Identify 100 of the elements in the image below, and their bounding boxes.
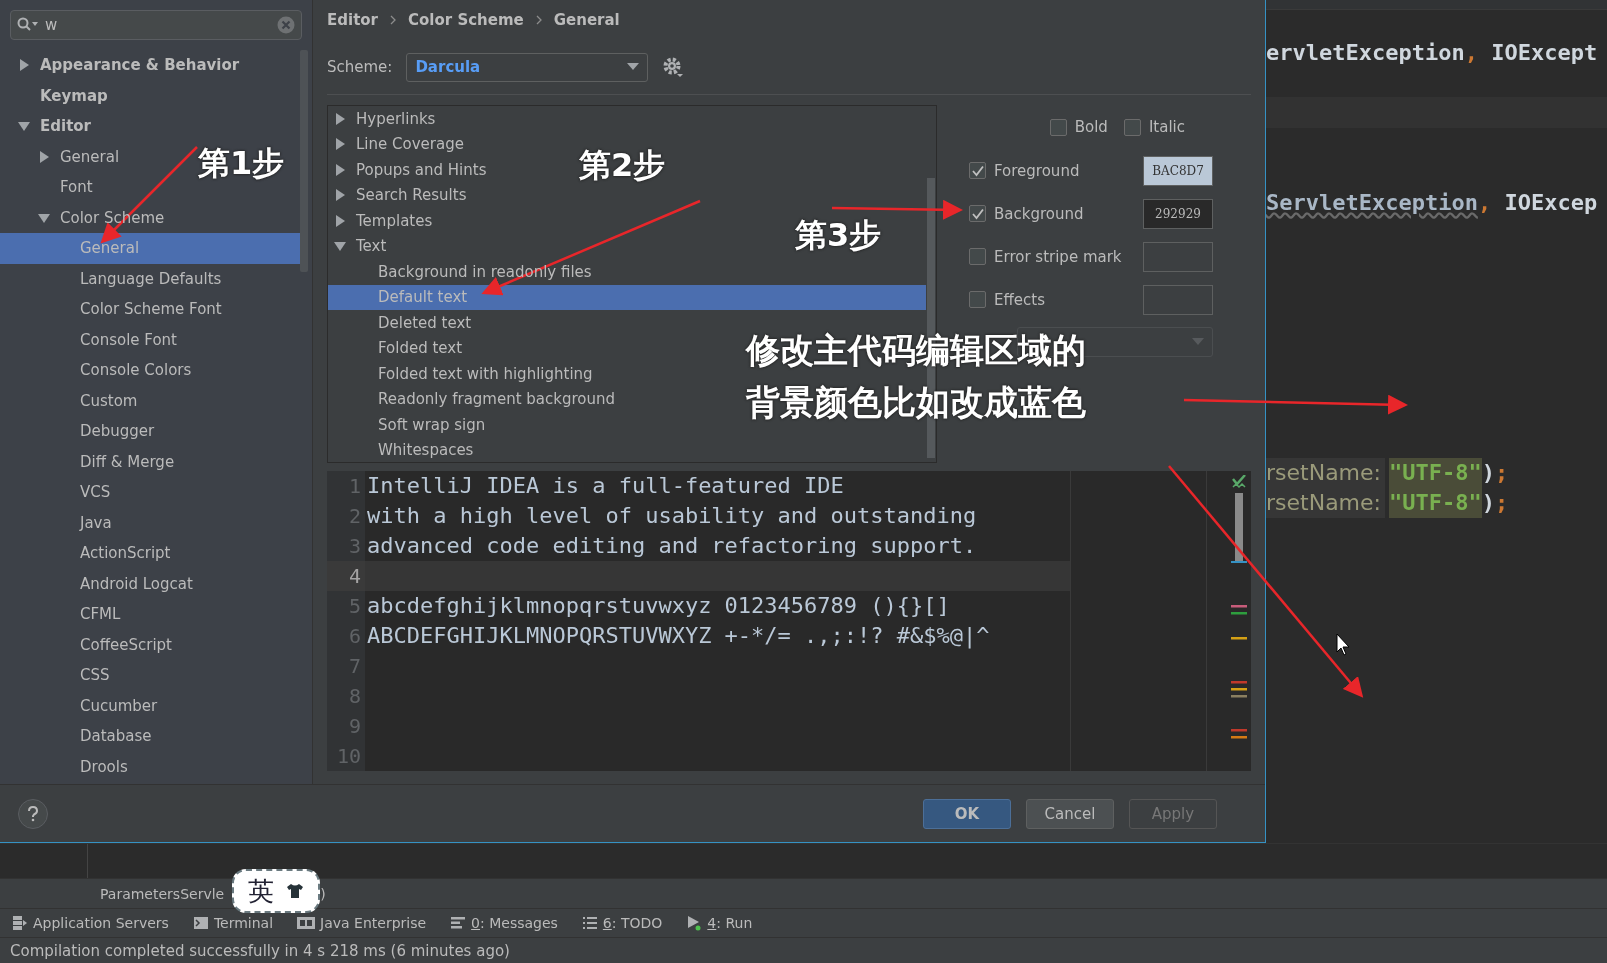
help-button[interactable] xyxy=(18,798,48,829)
expanded-arrow-icon[interactable] xyxy=(38,211,50,224)
checkbox[interactable] xyxy=(969,291,986,308)
annotation-note: 修改主代码编辑区域的 xyxy=(746,329,1086,372)
step-label: 第2步 xyxy=(579,145,666,186)
code-line: with a high level of usability and outstanding xyxy=(366,502,978,530)
question-icon xyxy=(27,805,39,822)
tree-item[interactable]: Whitespaces xyxy=(378,441,474,460)
scrollbar[interactable] xyxy=(300,50,308,272)
tool-window-button[interactable]: Java Enterprise xyxy=(297,915,427,931)
code-token: rsetName: xyxy=(1266,458,1385,488)
sidebar-item[interactable]: Database xyxy=(80,727,152,746)
search-field[interactable]: w xyxy=(10,10,302,40)
sidebar-item[interactable]: Java xyxy=(80,513,112,532)
tree-item[interactable]: Folded text with highlighting xyxy=(378,364,593,383)
tool-window-button[interactable]: Terminal xyxy=(192,915,274,931)
code-line: IntelliJ IDEA is a full-featured IDE xyxy=(366,472,845,500)
color-checkbox-label[interactable]: Foreground xyxy=(969,161,1080,180)
code-token: "UTF-8" xyxy=(1389,458,1482,488)
expanded-arrow-icon[interactable] xyxy=(334,240,346,253)
sidebar-item[interactable]: CoffeeScript xyxy=(80,635,172,654)
sidebar-item[interactable]: Android Logcat xyxy=(80,574,193,593)
style-checkbox-label[interactable]: Italic xyxy=(1123,118,1185,136)
tree-item[interactable]: Hyperlinks xyxy=(356,109,436,128)
sidebar-item[interactable]: Language Defaults xyxy=(80,269,222,288)
collapsed-arrow-icon[interactable] xyxy=(334,163,346,176)
style-checkbox-label[interactable]: Bold xyxy=(1049,118,1108,136)
checkbox[interactable] xyxy=(1049,118,1067,136)
collapsed-arrow-icon[interactable] xyxy=(18,59,30,72)
checkbox[interactable] xyxy=(969,205,986,222)
tool-window-button[interactable]: 4: Run xyxy=(686,915,753,931)
color-checkbox-label[interactable]: Error stripe mark xyxy=(969,247,1122,266)
tree-item[interactable]: Text xyxy=(356,237,387,256)
sidebar-item[interactable]: Diff & Merge xyxy=(80,452,175,471)
collapsed-arrow-icon[interactable] xyxy=(334,112,346,125)
tree-item[interactable]: Folded text xyxy=(378,339,463,358)
sidebar-item[interactable]: Color Scheme Font xyxy=(80,300,222,319)
sidebar-item[interactable]: Console Font xyxy=(80,330,177,349)
shirt-icon xyxy=(286,883,304,899)
expanded-arrow-icon[interactable] xyxy=(18,120,30,133)
code-token: rsetName: xyxy=(1266,488,1385,518)
color-swatch[interactable]: 292929 xyxy=(1143,198,1213,229)
code-line: ABCDEFGHIJKLMNOPQRSTUVWXYZ +-*/= .,;:!? #&$%@|^ xyxy=(366,622,991,651)
tool-window-button[interactable]: Application Servers xyxy=(12,915,169,931)
collapsed-arrow-icon[interactable] xyxy=(334,138,346,151)
checkbox[interactable] xyxy=(969,248,986,265)
color-swatch[interactable] xyxy=(1143,284,1213,315)
color-swatch[interactable]: BAC8D7 xyxy=(1143,155,1213,186)
tree-item[interactable]: Line Coverage xyxy=(356,135,464,154)
tree-item[interactable]: Templates xyxy=(356,211,433,230)
search-icon xyxy=(17,17,39,33)
dialog-button[interactable]: OK xyxy=(923,798,1011,829)
code-token: ; xyxy=(1494,459,1509,487)
code-line: advanced code editing and refactoring support. xyxy=(366,532,978,560)
sidebar-item[interactable]: Font xyxy=(60,178,93,197)
sidebar-item[interactable]: CSS xyxy=(80,666,110,685)
sidebar-item[interactable]: CFML xyxy=(80,605,121,624)
checkbox[interactable] xyxy=(969,162,986,179)
terminal-icon xyxy=(192,915,209,931)
caret-icon xyxy=(627,63,640,71)
color-swatch[interactable] xyxy=(1143,241,1213,272)
sidebar-item[interactable]: General xyxy=(60,147,120,166)
tree-item[interactable]: Readonly fragment background xyxy=(378,390,616,409)
tool-window-button[interactable]: 6: TODO xyxy=(581,915,663,931)
sidebar-item[interactable]: Custom xyxy=(80,391,138,410)
sidebar-item[interactable]: Keymap xyxy=(40,86,108,105)
list-icon xyxy=(581,916,598,930)
scheme-label: Scheme: xyxy=(327,58,393,76)
search-input[interactable]: w xyxy=(43,15,273,35)
gear-icon[interactable] xyxy=(662,56,685,78)
sidebar-item[interactable]: Debugger xyxy=(80,422,155,441)
step-label: 第1步 xyxy=(198,143,285,184)
scheme-dropdown[interactable]: Darcula xyxy=(406,52,649,82)
code-token: ) xyxy=(1481,489,1495,517)
breadcrumb-item: General xyxy=(553,11,620,29)
tree-item[interactable]: Soft wrap sign xyxy=(378,415,486,434)
checkbox[interactable] xyxy=(1123,118,1141,136)
collapsed-arrow-icon[interactable] xyxy=(334,189,346,202)
sidebar-item[interactable]: Cucumber xyxy=(80,696,158,715)
tool-window-button[interactable]: 0: Messages xyxy=(450,915,558,931)
collapsed-arrow-icon[interactable] xyxy=(334,214,346,227)
collapsed-arrow-icon[interactable] xyxy=(38,150,50,163)
sidebar-item[interactable]: Appearance & Behavior xyxy=(40,56,240,75)
tree-item[interactable]: Deleted text xyxy=(378,313,472,332)
breadcrumb-item: Color Scheme xyxy=(408,11,524,29)
run-icon xyxy=(686,915,703,931)
sidebar-item[interactable]: VCS xyxy=(80,483,111,502)
sidebar-item[interactable]: Drools xyxy=(80,757,128,776)
tree-item[interactable]: Popups and Hints xyxy=(356,160,487,179)
sidebar-item[interactable]: Editor xyxy=(40,117,91,136)
code-token: ervletException xyxy=(1266,39,1465,67)
code-token: ) xyxy=(1481,459,1495,487)
sidebar-item[interactable]: ActionScript xyxy=(80,544,171,563)
chevron-icon xyxy=(535,15,542,25)
messages-icon xyxy=(450,916,467,930)
sidebar-item[interactable]: Console Colors xyxy=(80,361,192,380)
color-checkbox-label[interactable]: Effects xyxy=(969,290,1045,309)
tree-item[interactable]: Search Results xyxy=(356,186,467,205)
dialog-button[interactable]: Cancel xyxy=(1026,798,1114,829)
color-checkbox-label[interactable]: Background xyxy=(969,204,1084,223)
